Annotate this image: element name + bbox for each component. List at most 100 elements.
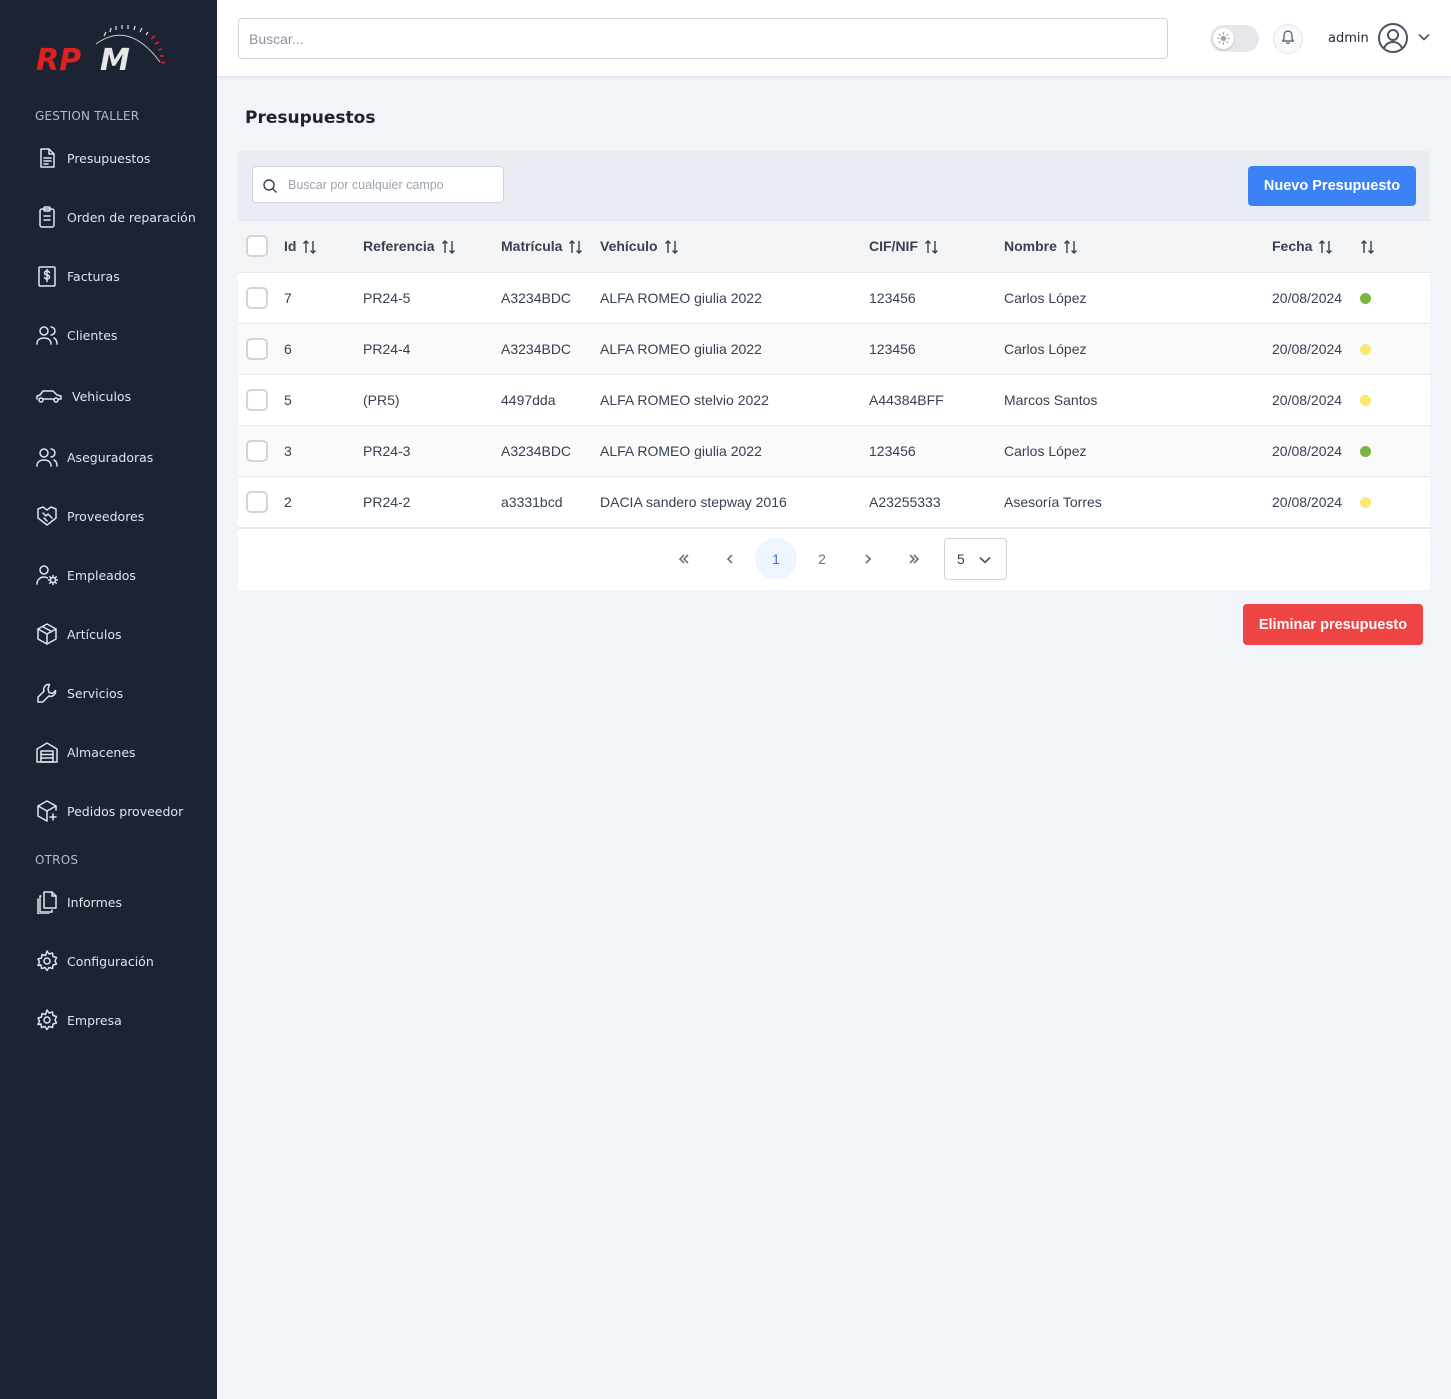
package-add-icon xyxy=(35,799,59,823)
prev-page-button[interactable] xyxy=(709,538,751,580)
row-select-cell xyxy=(238,476,284,528)
sidebar-item-label: Proveedores xyxy=(67,508,145,524)
cell-vehiculo: ALFA ROMEO giulia 2022 xyxy=(600,425,869,477)
page-button-2[interactable]: 2 xyxy=(801,538,843,580)
table-row[interactable]: 6 PR24-4 A3234BDC ALFA ROMEO giulia 2022… xyxy=(238,323,1430,375)
row-checkbox[interactable] xyxy=(246,337,268,360)
rows-per-page-value: 5 xyxy=(957,551,965,567)
sort-icon[interactable] xyxy=(1318,239,1334,255)
last-page-button[interactable] xyxy=(893,538,935,580)
cell-status xyxy=(1360,476,1430,528)
sidebar-item-vehiculos[interactable]: Vehiculos xyxy=(35,381,131,411)
column-label: Matrícula xyxy=(501,237,563,254)
chevron-down-icon[interactable] xyxy=(1417,30,1431,44)
cell-cif-nif: 123456 xyxy=(869,323,1004,375)
users-icon xyxy=(35,323,59,347)
rows-per-page-select[interactable]: 5 xyxy=(944,538,1007,580)
sort-icon[interactable] xyxy=(1063,239,1079,255)
cell-referencia: PR24-3 xyxy=(363,425,501,477)
row-select-cell xyxy=(238,374,284,426)
first-page-button[interactable] xyxy=(663,538,705,580)
sidebar-item-orden-reparacion[interactable]: Orden de reparación xyxy=(35,202,196,232)
sidebar-item-label: Empleados xyxy=(67,567,136,583)
sidebar-item-articulos[interactable]: Artículos xyxy=(35,619,122,649)
column-header-vehiculo[interactable]: Vehículo xyxy=(600,221,869,273)
column-header-cif-nif[interactable]: CIF/NIF xyxy=(869,221,1004,273)
page-button-1[interactable]: 1 xyxy=(755,538,797,580)
notifications-button[interactable] xyxy=(1273,24,1303,54)
column-header-matricula[interactable]: Matrícula xyxy=(501,221,600,273)
sidebar-item-clientes[interactable]: Clientes xyxy=(35,320,117,350)
sort-icon[interactable] xyxy=(664,239,680,255)
cell-nombre: Carlos López xyxy=(1004,425,1272,477)
sidebar-item-label: Clientes xyxy=(67,327,118,343)
cell-referencia: (PR5) xyxy=(363,374,501,426)
sidebar-item-label: Pedidos proveedor xyxy=(67,803,184,819)
sidebar-item-empleados[interactable]: Empleados xyxy=(35,560,136,590)
sort-icon[interactable] xyxy=(568,239,584,255)
table-row[interactable]: 3 PR24-3 A3234BDC ALFA ROMEO giulia 2022… xyxy=(238,425,1430,477)
sidebar-item-pedidos-proveedor[interactable]: Pedidos proveedor xyxy=(35,796,183,826)
global-search-input[interactable] xyxy=(238,18,1168,59)
cell-fecha: 20/08/2024 xyxy=(1272,476,1360,528)
bell-icon xyxy=(1280,29,1296,50)
gear-icon xyxy=(35,1008,59,1032)
handshake-icon xyxy=(35,504,59,528)
table-row[interactable]: 5 (PR5) 4497dda ALFA ROMEO stelvio 2022 … xyxy=(238,374,1430,426)
column-header-referencia[interactable]: Referencia xyxy=(363,221,501,273)
sidebar: RP M GESTION TALLER Presupuestos Orden d… xyxy=(0,0,217,1399)
sidebar-item-aseguradoras[interactable]: Aseguradoras xyxy=(35,442,153,472)
row-checkbox[interactable] xyxy=(246,286,268,309)
sort-icon[interactable] xyxy=(441,239,457,255)
sun-icon xyxy=(1213,28,1234,49)
cell-referencia: PR24-4 xyxy=(363,323,501,375)
sidebar-item-configuracion[interactable]: Configuración xyxy=(35,946,154,976)
double-chevron-right-icon xyxy=(909,554,920,564)
next-page-button[interactable] xyxy=(847,538,889,580)
delete-budget-button[interactable]: Eliminar presupuesto xyxy=(1243,604,1423,645)
row-checkbox[interactable] xyxy=(246,490,268,513)
car-icon xyxy=(35,384,63,408)
sidebar-item-informes[interactable]: Informes xyxy=(35,887,122,917)
row-checkbox[interactable] xyxy=(246,388,268,411)
dark-mode-toggle[interactable] xyxy=(1210,25,1259,52)
cell-vehiculo: ALFA ROMEO stelvio 2022 xyxy=(600,374,869,426)
wrench-icon xyxy=(35,681,59,705)
new-budget-button[interactable]: Nuevo Presupuesto xyxy=(1248,166,1416,206)
sidebar-item-servicios[interactable]: Servicios xyxy=(35,678,123,708)
select-all-checkbox[interactable] xyxy=(246,235,268,258)
sort-icon[interactable] xyxy=(1360,239,1376,255)
sort-icon[interactable] xyxy=(302,239,318,255)
sidebar-item-proveedores[interactable]: Proveedores xyxy=(35,501,144,531)
column-header-status[interactable] xyxy=(1360,221,1430,273)
chevron-right-icon xyxy=(865,554,872,564)
document-icon xyxy=(35,146,59,170)
sort-icon[interactable] xyxy=(924,239,940,255)
column-header-fecha[interactable]: Fecha xyxy=(1272,221,1360,273)
rpm-logo[interactable]: RP M xyxy=(34,22,169,78)
user-avatar-icon[interactable] xyxy=(1377,22,1409,54)
user-name[interactable]: admin xyxy=(1328,31,1369,46)
users-icon xyxy=(35,445,59,469)
cell-matricula: a3331bcd xyxy=(501,476,600,528)
cell-id: 6 xyxy=(284,323,363,375)
box-icon xyxy=(35,622,59,646)
cell-matricula: A3234BDC xyxy=(501,425,600,477)
column-header-id[interactable]: Id xyxy=(284,221,363,273)
row-checkbox[interactable] xyxy=(246,439,268,462)
sidebar-item-label: Servicios xyxy=(67,685,124,701)
sidebar-item-empresa[interactable]: Empresa xyxy=(35,1005,122,1035)
column-label: Referencia xyxy=(363,237,435,254)
cell-referencia: PR24-5 xyxy=(363,272,501,324)
column-label: CIF/NIF xyxy=(869,237,918,254)
table-row[interactable]: 7 PR24-5 A3234BDC ALFA ROMEO giulia 2022… xyxy=(238,272,1430,324)
sidebar-item-presupuestos[interactable]: Presupuestos xyxy=(35,143,150,173)
user-gear-icon xyxy=(35,563,59,587)
sidebar-item-almacenes[interactable]: Almacenes xyxy=(35,737,136,767)
invoice-icon xyxy=(35,264,59,288)
table-row[interactable]: 2 PR24-2 a3331bcd DACIA sandero stepway … xyxy=(238,476,1430,528)
cell-vehiculo: ALFA ROMEO giulia 2022 xyxy=(600,272,869,324)
table-filter-input[interactable] xyxy=(283,167,498,202)
sidebar-item-facturas[interactable]: Facturas xyxy=(35,261,120,291)
column-header-nombre[interactable]: Nombre xyxy=(1004,221,1272,273)
